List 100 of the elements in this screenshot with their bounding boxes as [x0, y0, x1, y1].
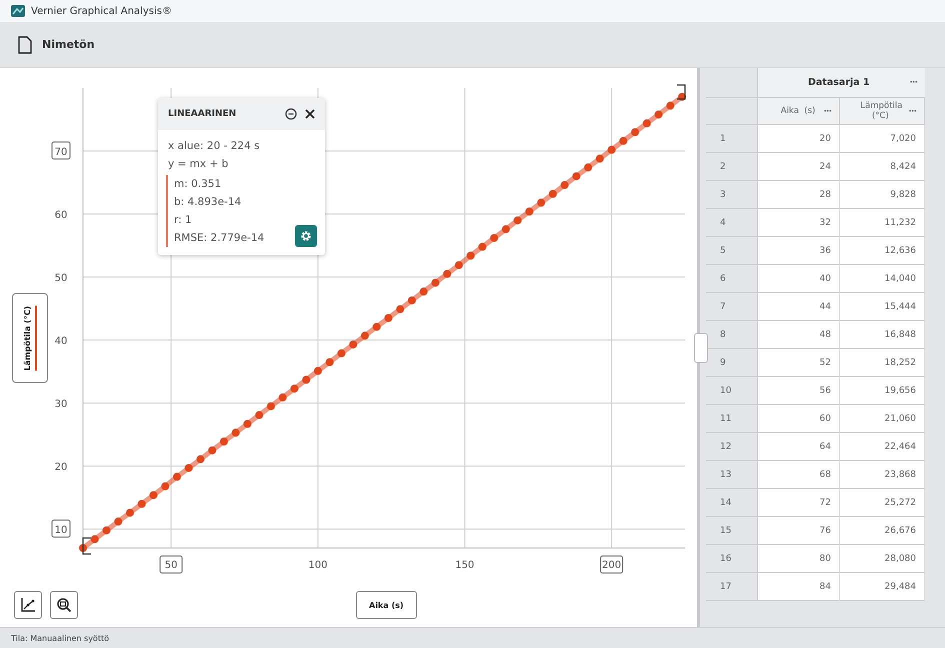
data-point [161, 482, 170, 490]
table-cell: 28,080 [840, 545, 925, 573]
data-point [560, 181, 569, 190]
row-number: 16 [706, 545, 758, 573]
fit-title: LINEAARINEN [168, 109, 238, 119]
data-point [266, 402, 275, 410]
table-cell: 80 [758, 545, 840, 573]
row-number: 17 [706, 573, 758, 601]
data-point [420, 288, 428, 296]
fit-parameter: RMSE: 2.779e-14 [174, 231, 264, 246]
range-bracket-icon[interactable] [82, 537, 91, 555]
settings-button[interactable] [295, 225, 317, 247]
table-cell: 8,424 [840, 153, 925, 181]
data-point [666, 102, 674, 110]
data-point [126, 508, 134, 517]
range-bracket-icon[interactable] [677, 84, 686, 100]
close-icon[interactable] [305, 109, 315, 119]
row-number: 8 [706, 321, 758, 349]
data-point [525, 208, 534, 216]
data-point [608, 146, 616, 154]
editable-tick-label[interactable]: 50 [160, 556, 183, 574]
column-title[interactable]: Aika (s) [780, 106, 816, 116]
settings-icon [300, 230, 312, 242]
row-number: 3 [706, 181, 758, 209]
chart-icon [20, 597, 36, 614]
table-cell: 29,484 [840, 573, 925, 601]
data-point [302, 376, 310, 384]
table-cell: 18,252 [840, 349, 925, 377]
data-point [642, 119, 651, 128]
row-number: 15 [706, 517, 758, 545]
data-point [514, 216, 522, 224]
table-cell: 32 [758, 209, 840, 237]
table-cell: 44 [758, 293, 840, 321]
table-cell: 56 [758, 377, 840, 405]
y-tick-label: 30 [54, 399, 68, 410]
column-title[interactable]: Lämpötila (°C) [860, 101, 900, 121]
data-point [184, 464, 193, 472]
row-number: 9 [706, 349, 758, 377]
data-point [584, 163, 592, 172]
data-point [138, 500, 146, 508]
table-cell: 26,676 [840, 517, 925, 545]
data-point [172, 472, 181, 481]
table-cell: 24 [758, 153, 840, 181]
data-point [372, 322, 381, 331]
row-number: 12 [706, 433, 758, 461]
data-point [79, 544, 87, 552]
data-point [220, 438, 228, 446]
table-cell: 52 [758, 349, 840, 377]
row-number: 6 [706, 265, 758, 293]
data-point [454, 261, 463, 270]
row-number: 1 [706, 125, 758, 153]
data-point [326, 358, 334, 366]
y-axis-button[interactable]: Lämpötila (°C) [12, 293, 48, 383]
fit-parameter: b: 4.893e-14 [174, 195, 242, 210]
fit-parameter: m: 0.351 [174, 177, 222, 192]
table-cell: 23,868 [840, 461, 925, 489]
table-cell: 76 [758, 517, 840, 545]
document-icon[interactable] [18, 36, 32, 54]
x-axis-button[interactable]: Aika (s) [356, 591, 417, 620]
table-cell: 14,040 [840, 265, 925, 293]
y-tick-label: 40 [54, 336, 68, 348]
table-cell: 21,060 [840, 405, 925, 433]
y-tick-label: 50 [54, 273, 68, 284]
data-point [208, 446, 216, 454]
file-name[interactable]: Nimetön [42, 38, 95, 51]
data-point [290, 384, 298, 393]
data-point [654, 110, 663, 118]
data-point [114, 518, 122, 526]
editable-tick-label[interactable]: 70 [52, 142, 70, 160]
data-point [360, 332, 369, 340]
data-point [337, 349, 346, 358]
editable-tick-label[interactable]: 200 [600, 556, 624, 574]
collapse-icon[interactable] [285, 108, 297, 120]
data-point [596, 154, 604, 163]
data-point [384, 314, 392, 322]
y-tick-label: 60 [54, 210, 68, 222]
graph-options-button[interactable] [14, 591, 42, 620]
dataset-name[interactable]: Datasarja 1 [808, 77, 910, 88]
table-cell: 36 [758, 237, 840, 265]
window-title: Vernier Graphical Analysis® [31, 6, 172, 16]
x-tick-label: 150 [455, 560, 474, 571]
data-point [548, 190, 557, 198]
zoom-icon [56, 597, 72, 614]
row-number: 11 [706, 405, 758, 433]
editable-tick-label[interactable]: 10 [52, 520, 70, 538]
splitter-handle[interactable] [694, 333, 708, 363]
table-cell: 25,272 [840, 489, 925, 517]
table-cell: 9,828 [840, 181, 925, 209]
row-number: 13 [706, 461, 758, 489]
data-point [396, 305, 404, 314]
x-tick-label: 50 [164, 560, 178, 571]
zoom-button[interactable] [50, 591, 78, 620]
app-logo-icon [11, 5, 25, 17]
table-cell: 28 [758, 181, 840, 209]
data-point [537, 198, 546, 207]
data-point [102, 526, 110, 534]
data-point [572, 172, 580, 180]
table-cell: 19,656 [840, 377, 925, 405]
data-point [314, 366, 322, 375]
table-cell: 64 [758, 433, 840, 461]
